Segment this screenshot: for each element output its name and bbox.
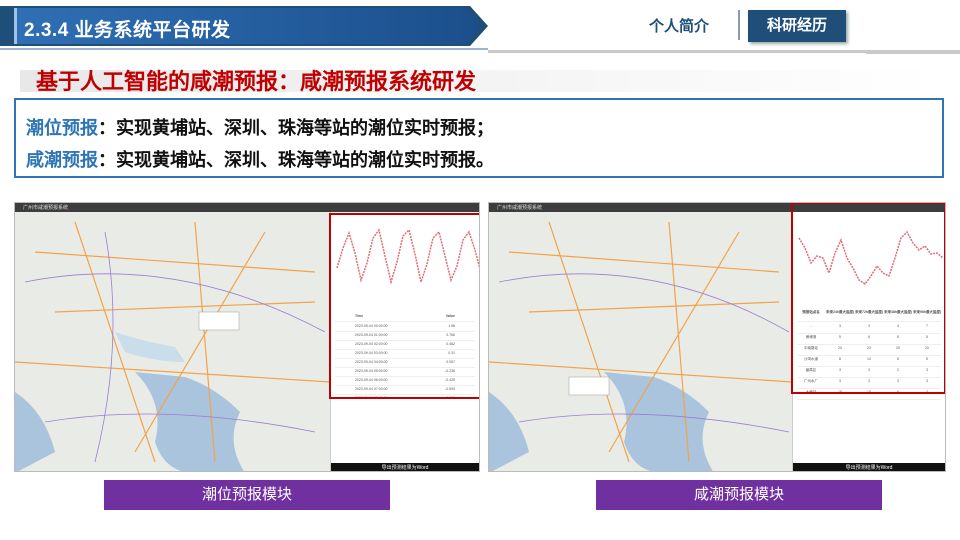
info-key-tide: 潮位预报 <box>26 118 98 138</box>
highlight-box <box>791 203 945 394</box>
highlight-box <box>329 213 479 399</box>
slide: { "header": { "title": "2.3.4 业务系统平台研发",… <box>0 0 960 540</box>
info-text-tide: ：实现黄埔站、深圳、珠海等站的潮位实时预报； <box>98 118 494 138</box>
section-title: 2.3.4 业务系统平台研发 <box>24 20 231 41</box>
info-key-salinity: 咸潮预报 <box>26 150 98 170</box>
info-line-salinity: 咸潮预报：实现黄埔站、深圳、珠海等站的潮位实时预报。 <box>26 146 494 172</box>
export-word-button[interactable]: 导出预测结果为Word <box>331 463 479 471</box>
map-view[interactable] <box>489 212 792 472</box>
nav-separator <box>738 10 740 40</box>
info-text-salinity: ：实现黄埔站、深圳、珠海等站的潮位实时预报。 <box>98 150 494 170</box>
forecast-description <box>333 400 477 458</box>
app-title: 广州市咸潮预报系统 <box>497 205 543 211</box>
info-line-tide: 潮位预报：实现黄埔站、深圳、珠海等站的潮位实时预报； <box>26 114 494 140</box>
forecast-description <box>795 400 943 458</box>
info-box: 潮位预报：实现黄埔站、深圳、珠海等站的潮位实时预报； 咸潮预报：实现黄埔站、深圳… <box>14 98 944 178</box>
app-titlebar: 广州市咸潮预报系统 <box>15 203 479 212</box>
screenshot-salinity-module: 广州市咸潮预报系统 预报站点名未来24h最大盐度(mg/L)未来72h最大盐度(… <box>488 202 946 472</box>
screenshot-tide-module: 广州市咸潮预报系统 Time Value 2023-09-04 00:00:00… <box>14 202 480 472</box>
module-label-tide: 潮位预报模块 <box>104 480 390 510</box>
module-label-salinity: 咸潮预报模块 <box>596 480 882 510</box>
header-divider <box>0 48 488 50</box>
slide-subtitle: 基于人工智能的咸潮预报：咸潮预报系统研发 <box>36 69 477 94</box>
nav-personal-profile[interactable]: 个人简介 <box>632 14 726 40</box>
nav-research-experience[interactable]: 科研经历 <box>748 10 846 42</box>
nav-rule <box>866 50 960 54</box>
map-view[interactable] <box>15 212 330 472</box>
app-title: 广州市咸潮预报系统 <box>23 205 69 211</box>
export-word-button[interactable]: 导出预测结果为Word <box>793 463 945 471</box>
